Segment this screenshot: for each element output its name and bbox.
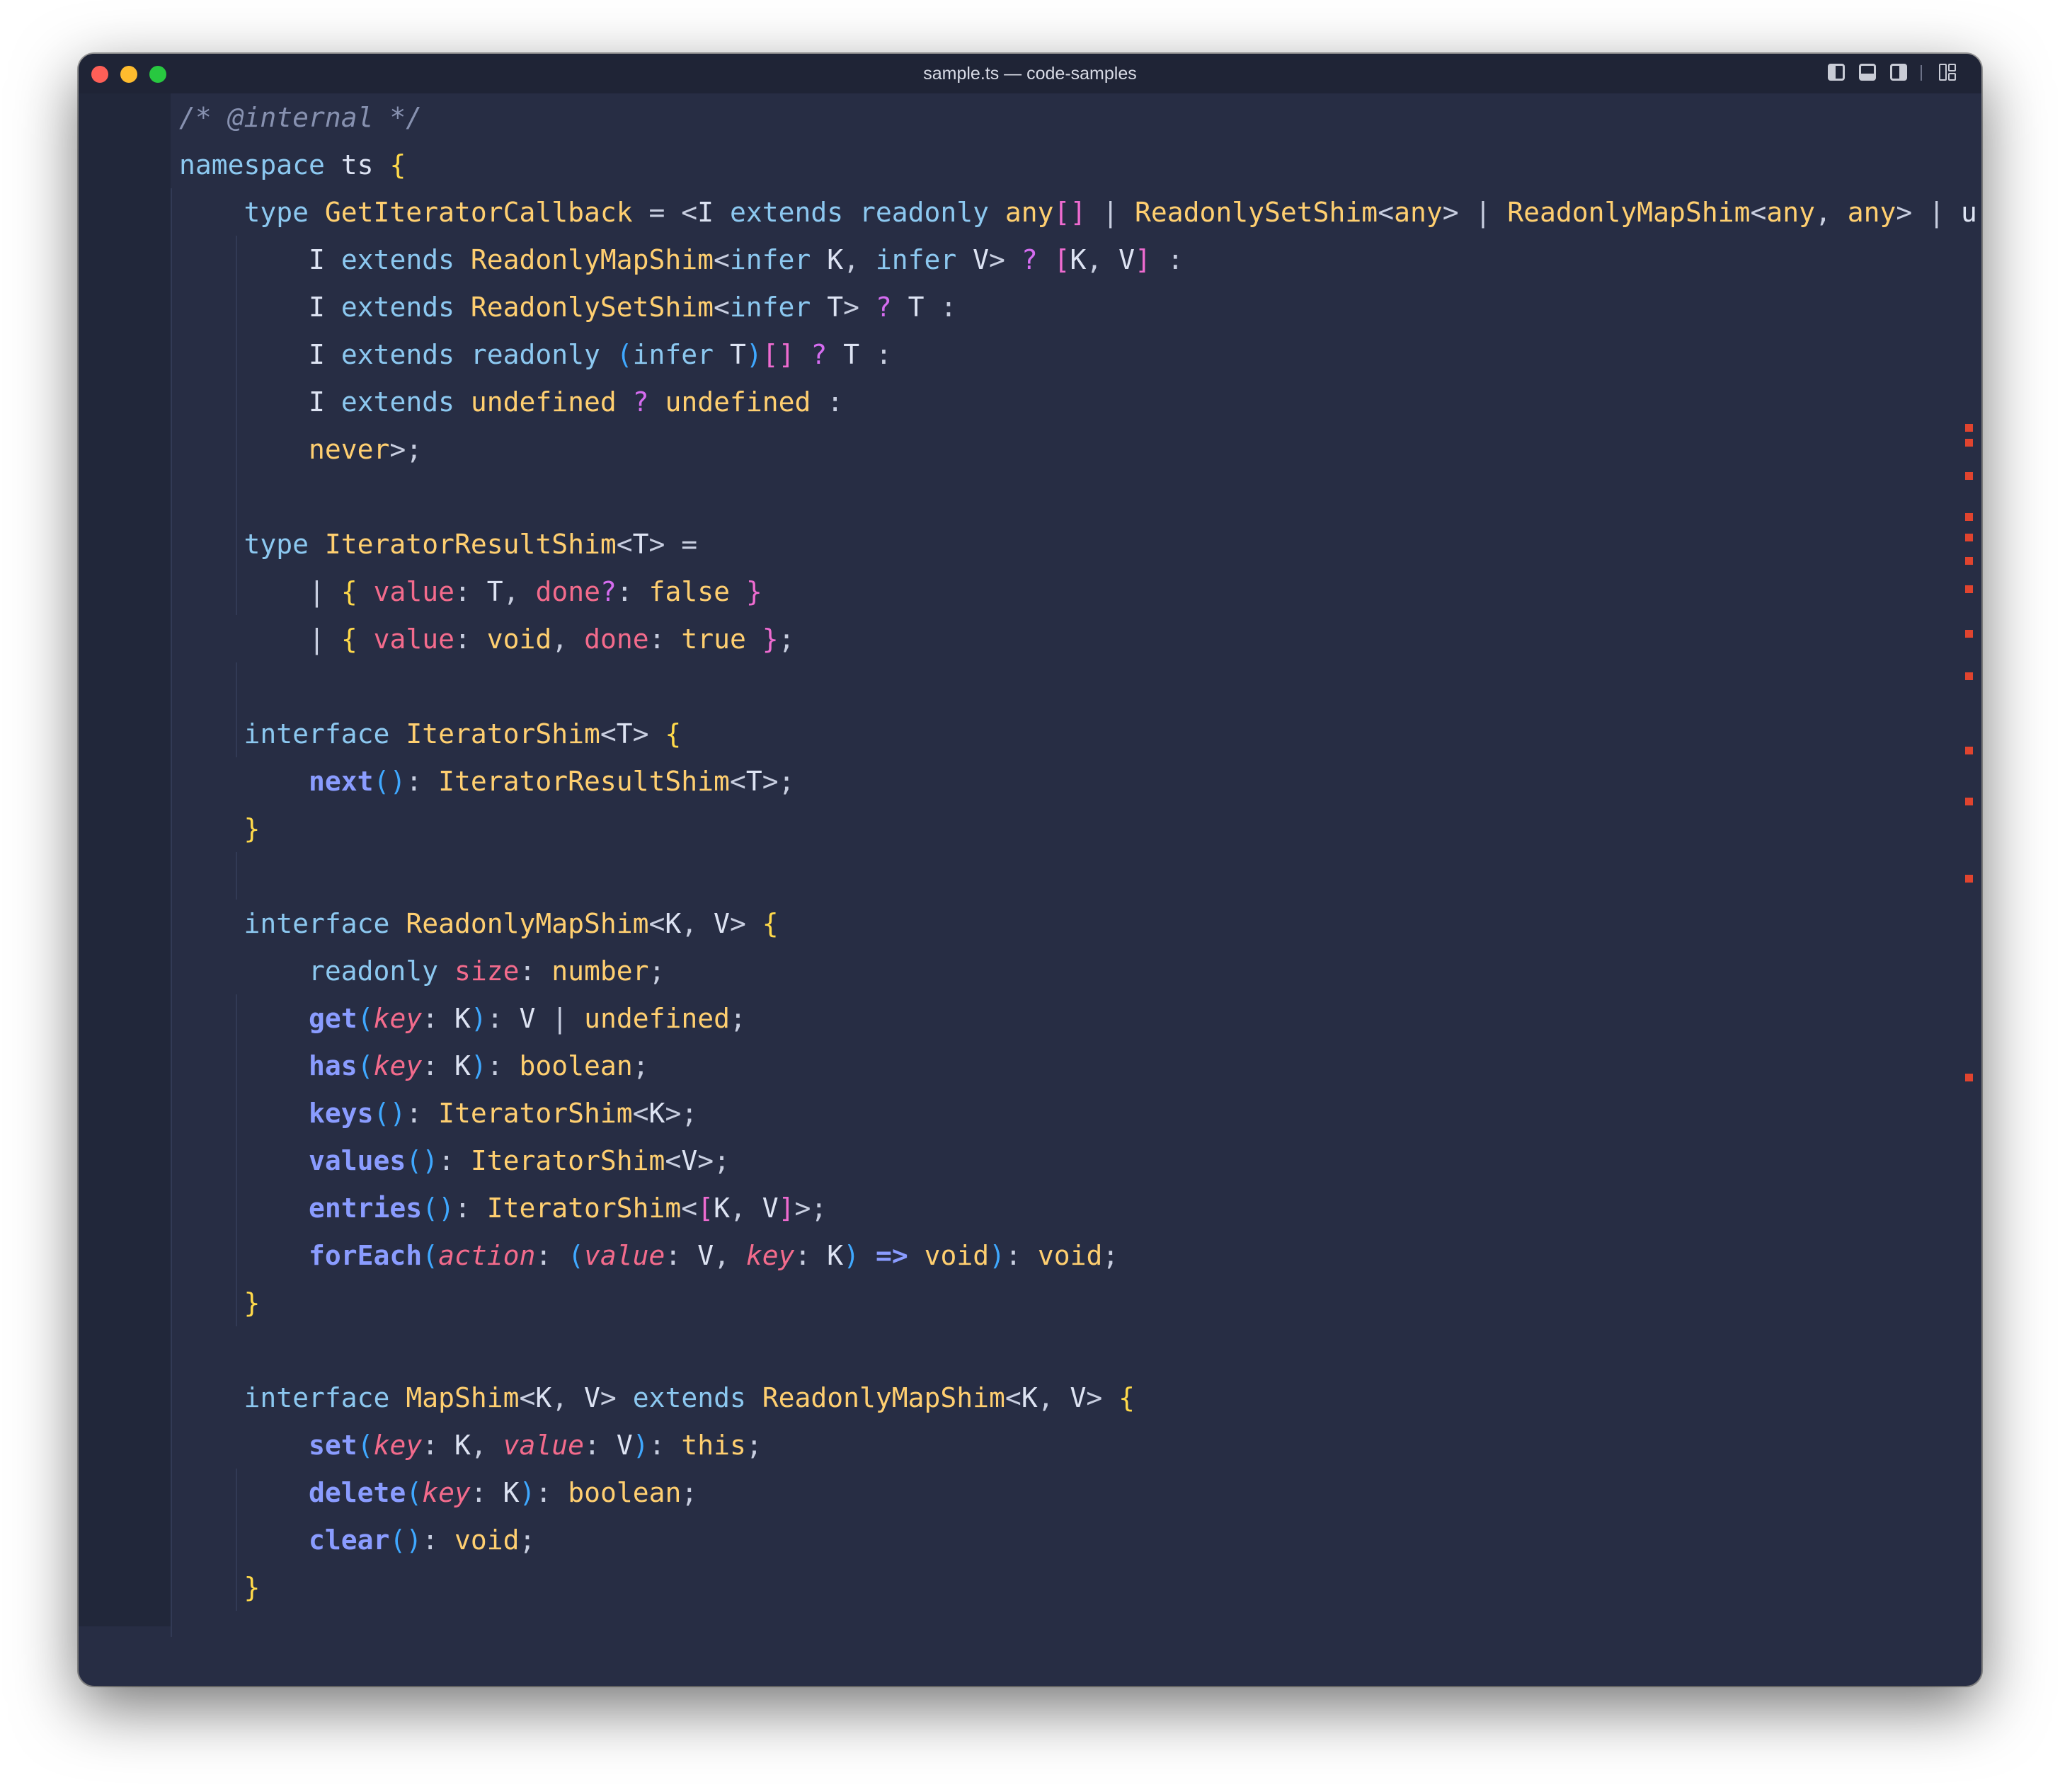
code-line[interactable]: keys(): IteratorShim<K>; xyxy=(179,1090,697,1137)
window-title: sample.ts — code-samples xyxy=(923,64,1137,84)
code-line[interactable]: never>; xyxy=(179,426,422,473)
toggle-primary-sidebar-icon[interactable] xyxy=(1828,64,1845,81)
code-line[interactable]: has(key: K): boolean; xyxy=(179,1043,649,1090)
code-line[interactable]: | { value: void, done: true }; xyxy=(179,616,795,663)
code-line[interactable]: set(key: K, value: V): this; xyxy=(179,1422,762,1469)
code-editor[interactable]: /* @internal */namespace ts { type GetIt… xyxy=(171,93,1981,1637)
code-line[interactable]: } xyxy=(179,805,261,853)
code-line[interactable]: clear(): void; xyxy=(179,1517,535,1564)
overview-ruler-marker xyxy=(1965,472,1973,480)
code-line[interactable]: get(key: K): V | undefined; xyxy=(179,995,746,1043)
code-line[interactable]: interface MapShim<K, V> extends Readonly… xyxy=(179,1374,1135,1422)
code-line[interactable]: I extends undefined ? undefined : xyxy=(179,379,843,426)
overview-ruler-marker xyxy=(1965,630,1973,638)
title-bar: sample.ts — code-samples xyxy=(79,54,1981,93)
toggle-panel-icon[interactable] xyxy=(1859,64,1876,81)
code-line[interactable]: } xyxy=(179,1564,261,1612)
code-line[interactable]: type GetIteratorCallback = <I extends re… xyxy=(179,189,1977,236)
customize-layout-icon[interactable] xyxy=(1939,64,1956,81)
code-line[interactable]: interface IteratorShim<T> { xyxy=(179,711,682,758)
code-line[interactable]: next(): IteratorResultShim<T>; xyxy=(179,758,794,805)
toggle-secondary-sidebar-icon[interactable] xyxy=(1890,64,1907,81)
overview-ruler-marker xyxy=(1965,513,1973,521)
indent-guide xyxy=(171,188,172,1637)
overview-ruler-marker xyxy=(1965,534,1973,541)
code-line[interactable]: values(): IteratorShim<V>; xyxy=(179,1137,730,1185)
overview-ruler-marker xyxy=(1965,672,1973,680)
code-line[interactable]: I extends readonly (infer T)[] ? T : xyxy=(179,331,892,379)
overview-ruler-marker xyxy=(1965,439,1973,447)
code-line[interactable]: namespace ts { xyxy=(179,142,406,189)
code-line[interactable]: } xyxy=(179,1280,261,1327)
code-line[interactable]: /* @internal */ xyxy=(179,94,422,142)
overview-ruler-marker xyxy=(1965,557,1973,565)
indent-guide xyxy=(236,852,237,900)
code-line[interactable]: I extends ReadonlyMapShim<infer K, infer… xyxy=(179,236,1184,284)
code-line[interactable]: type IteratorResultShim<T> = xyxy=(179,521,698,568)
code-line[interactable]: | { value: T, done?: false } xyxy=(179,568,762,616)
overview-ruler-marker xyxy=(1965,747,1973,754)
code-line[interactable]: I extends ReadonlySetShim<infer T> ? T : xyxy=(179,284,956,331)
overview-ruler-marker xyxy=(1965,424,1973,432)
overview-ruler-marker xyxy=(1965,1074,1973,1081)
code-line[interactable]: readonly size: number; xyxy=(179,948,665,995)
code-line[interactable]: delete(key: K): boolean; xyxy=(179,1469,697,1517)
line-number-gutter[interactable] xyxy=(79,93,171,1626)
code-line[interactable]: entries(): IteratorShim<[K, V]>; xyxy=(179,1185,827,1232)
overview-ruler-marker xyxy=(1965,875,1973,883)
overview-ruler-marker xyxy=(1965,585,1973,593)
code-line[interactable]: forEach(action: (value: V, key: K) => vo… xyxy=(179,1232,1118,1280)
overview-ruler-marker xyxy=(1965,798,1973,805)
layout-separator xyxy=(1921,65,1922,81)
editor-window: sample.ts — code-samples /* @internal */… xyxy=(79,54,1981,1686)
code-line[interactable]: interface ReadonlyMapShim<K, V> { xyxy=(179,900,779,948)
